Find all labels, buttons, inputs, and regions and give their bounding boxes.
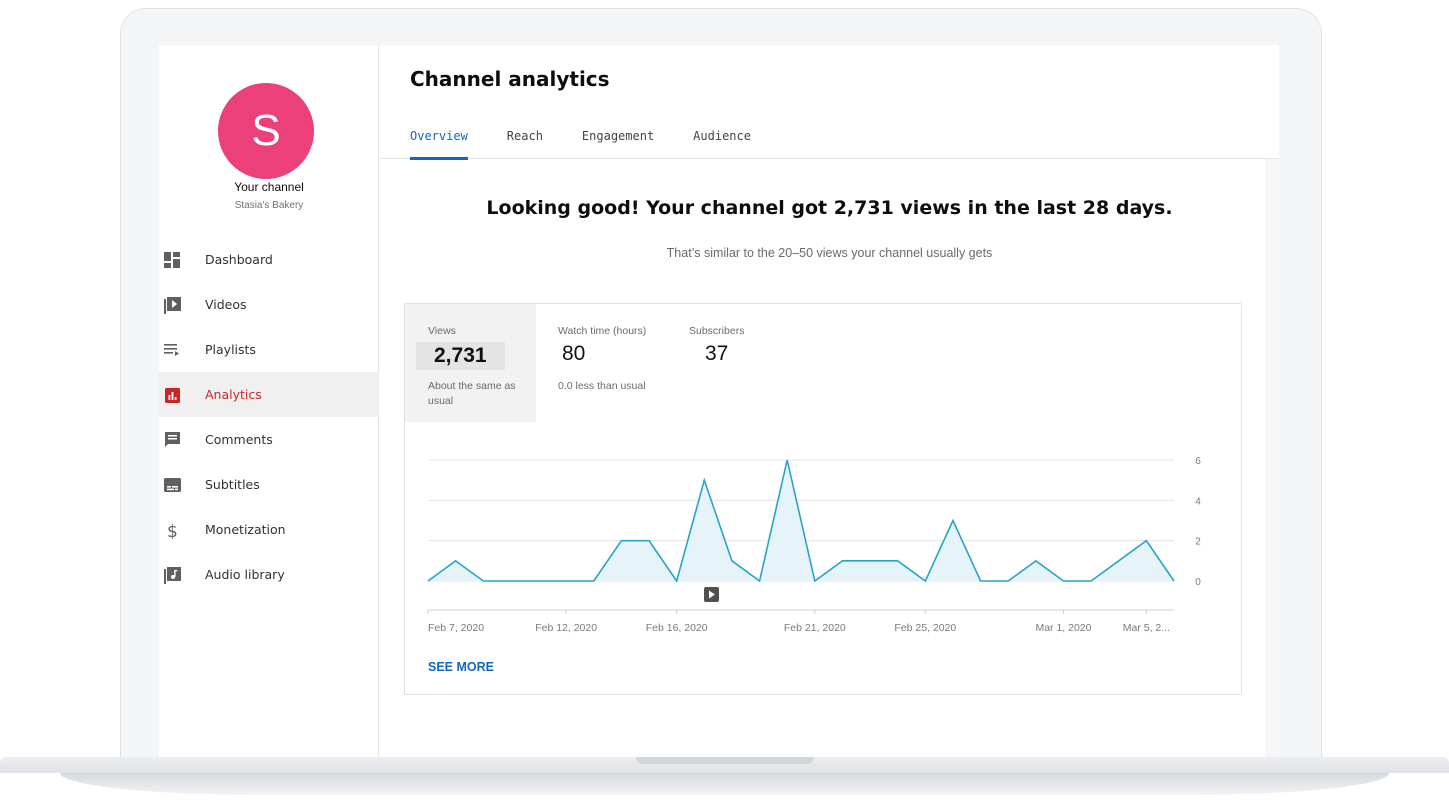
sidebar-item-dashboard[interactable]: Dashboard: [159, 237, 379, 282]
page-title: Channel analytics: [410, 67, 610, 91]
analytics-card: Views 2,731 About the same as usual Watc…: [404, 303, 1242, 695]
x-tick-label: Mar 1, 2020: [1035, 622, 1091, 634]
sidebar-item-playlists[interactable]: Playlists: [159, 327, 379, 372]
sidebar-item-comments[interactable]: Comments: [159, 417, 379, 462]
sidebar-item-audio-library[interactable]: Audio library: [159, 552, 379, 597]
sidebar-item-label: Audio library: [205, 567, 285, 582]
dollar-icon: $: [162, 520, 182, 540]
summary-subline: That’s similar to the 20–50 views your c…: [666, 246, 993, 260]
metric-subscribers[interactable]: Subscribers 37: [676, 304, 816, 422]
x-tick-label: Mar 5, 2...: [1123, 622, 1170, 634]
sidebar-item-label: Subtitles: [205, 477, 260, 492]
analytics-icon: [162, 385, 182, 405]
y-tick-label: 0: [1195, 577, 1201, 588]
y-tick-label: 6: [1195, 456, 1201, 467]
sidebar-item-label: Monetization: [205, 522, 286, 537]
dashboard-icon: [162, 250, 182, 270]
sidebar-item-analytics[interactable]: Analytics: [159, 372, 379, 417]
metric-note: 0.0 less than usual: [558, 380, 646, 392]
channel-name[interactable]: Your channel: [159, 180, 379, 194]
metric-value: 37: [705, 342, 729, 365]
page-header: Channel analytics Overview Reach Engagem…: [380, 45, 1279, 160]
x-tick-label: Feb 12, 2020: [535, 622, 597, 634]
metric-label: Subscribers: [689, 325, 745, 337]
x-tick-label: Feb 21, 2020: [784, 622, 846, 634]
sidebar-item-videos[interactable]: Videos: [159, 282, 379, 327]
sidebar-item-label: Videos: [205, 297, 247, 312]
comments-icon: [162, 430, 182, 450]
sidebar-item-monetization[interactable]: $ Monetization: [159, 507, 379, 552]
y-tick-label: 4: [1195, 496, 1201, 507]
sidebar-item-label: Dashboard: [205, 252, 273, 267]
tab-reach[interactable]: Reach: [507, 129, 543, 159]
summary-headline: Looking good! Your channel got 2,731 vie…: [486, 197, 1173, 219]
metric-label: Views: [428, 325, 456, 337]
x-tick-label: Feb 16, 2020: [646, 622, 708, 634]
audio-library-icon: [162, 565, 182, 585]
tab-overview[interactable]: Overview: [410, 129, 468, 160]
sidebar-item-label: Comments: [205, 432, 273, 447]
tab-engagement[interactable]: Engagement: [582, 129, 654, 159]
see-more-link[interactable]: SEE MORE: [428, 660, 494, 674]
sidebar-item-label: Analytics: [205, 387, 262, 402]
x-tick-label: Feb 7, 2020: [428, 622, 484, 634]
metric-value: 80: [562, 342, 586, 365]
tab-bar: Overview Reach Engagement Audience: [410, 129, 790, 160]
sidebar: S Your channel Stasia's Bakery Dashboard…: [159, 45, 379, 757]
tab-audience[interactable]: Audience: [693, 129, 751, 159]
views-chart: 0 2 4 6 Feb 7, 2020 Feb 12, 2020 Feb 16, 2020 F…: [427, 456, 1201, 634]
metric-label: Watch time (hours): [558, 325, 647, 337]
sidebar-item-label: Playlists: [205, 342, 256, 357]
metric-watch-time[interactable]: Watch time (hours) 80 0.0 less than usua…: [536, 304, 676, 422]
metric-note: About the same as usual: [428, 380, 516, 407]
playlists-icon: [162, 340, 182, 360]
svg-text:$: $: [167, 522, 178, 539]
screen: S Your channel Stasia's Bakery Dashboard…: [159, 45, 1279, 757]
avatar[interactable]: S: [218, 83, 314, 179]
videos-icon: [162, 295, 182, 315]
sidebar-nav: Dashboard Videos Playlists Analytics Com…: [159, 237, 379, 597]
subtitles-icon: [162, 475, 182, 495]
metric-value: 2,731: [416, 342, 505, 370]
laptop-base: [0, 757, 1449, 800]
y-tick-label: 2: [1195, 537, 1201, 548]
main-content: Channel analytics Overview Reach Engagem…: [380, 45, 1279, 757]
channel-subtitle: Stasia's Bakery: [234, 200, 304, 211]
metric-views[interactable]: Views 2,731 About the same as usual: [405, 304, 536, 422]
sidebar-item-subtitles[interactable]: Subtitles: [159, 462, 379, 507]
x-tick-label: Feb 25, 2020: [894, 622, 956, 634]
